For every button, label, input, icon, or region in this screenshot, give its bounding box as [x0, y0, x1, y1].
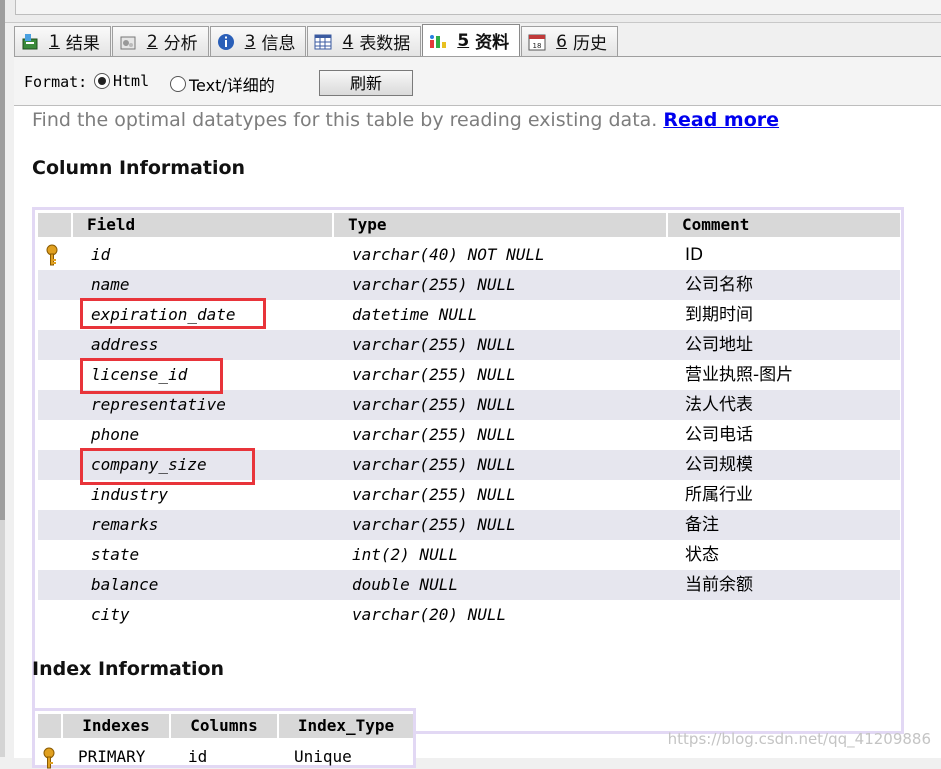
top-panel-inner	[15, 0, 941, 15]
header-field: Field	[73, 213, 334, 237]
table-row[interactable]: remarks varchar(255) NULL 备注	[38, 510, 900, 540]
cell-comment: 公司名称	[685, 275, 753, 295]
cell-type: double NULL	[352, 575, 458, 594]
key-icon	[43, 747, 55, 769]
cell-comment: 所属行业	[685, 485, 753, 505]
cell-field: balance	[91, 575, 159, 594]
read-more-link[interactable]: Read more	[663, 109, 779, 131]
cell-field: name	[91, 275, 130, 294]
highlight-box-license-id	[80, 358, 223, 394]
radio-unchecked-icon[interactable]	[170, 76, 186, 92]
cell-comment: 公司规模	[685, 455, 753, 475]
table-row[interactable]: balance double NULL 当前余额	[38, 570, 900, 600]
result-icon	[21, 33, 39, 51]
table-row[interactable]: representative varchar(255) NULL 法人代表	[38, 390, 900, 420]
cell-type: varchar(20) NULL	[352, 605, 507, 624]
scrollbar-thumb[interactable]	[0, 0, 5, 520]
refresh-button[interactable]: 刷新	[319, 70, 413, 96]
left-scrollbar[interactable]	[0, 0, 5, 757]
format-toolbar: Format: Html Text/详细的 刷新	[14, 56, 941, 109]
table-row[interactable]: address varchar(255) NULL 公司地址	[38, 330, 900, 360]
cell-type: datetime NULL	[352, 305, 478, 324]
cell-comment: 到期时间	[685, 305, 753, 325]
cell-field: state	[91, 545, 140, 564]
cell-field: phone	[91, 425, 140, 444]
key-icon	[46, 244, 58, 266]
format-html-radio[interactable]: Html	[94, 72, 149, 90]
index-info-table: Indexes Columns Index_Type PRIMARY id Un…	[32, 708, 416, 769]
cell-comment: 公司地址	[685, 335, 753, 355]
cell-comment: ID	[685, 245, 704, 265]
table-row[interactable]: id varchar(40) NOT NULL ID	[38, 240, 900, 270]
header-type: Type	[334, 213, 668, 237]
tab-profile[interactable]: 5 资料	[422, 24, 521, 56]
cell-comment: 当前余额	[685, 575, 753, 595]
tab-analyze[interactable]: 2 分析	[111, 26, 209, 56]
cell-comment: 备注	[685, 515, 719, 535]
profile-icon	[429, 32, 447, 50]
cell-field: id	[91, 245, 111, 264]
analyze-icon	[119, 33, 137, 51]
header-comment: Comment	[668, 213, 900, 237]
column-info-title: Column Information	[32, 157, 246, 179]
cell-type: varchar(255) NULL	[352, 515, 516, 534]
cell-type: varchar(255) NULL	[352, 275, 516, 294]
watermark: https://blog.csdn.net/qq_41209886	[667, 730, 931, 748]
radio-checked-icon[interactable]	[94, 73, 110, 89]
highlight-box-company-size	[80, 448, 255, 485]
table-row[interactable]: city varchar(20) NULL	[38, 600, 900, 630]
top-panel	[5, 0, 941, 23]
cell-comment: 法人代表	[685, 395, 753, 415]
cell-type: varchar(255) NULL	[352, 455, 516, 474]
history-icon: 18	[528, 33, 546, 51]
cell-type: varchar(255) NULL	[352, 365, 516, 384]
cell-comment: 公司电话	[685, 425, 753, 445]
info-icon	[217, 33, 235, 51]
index-info-title: Index Information	[32, 658, 225, 680]
tab-info[interactable]: 3 信息	[209, 26, 307, 56]
result-tabs: 1 结果 2 分析 3 信息 4 表数据 5 资料 18 6 历史	[14, 24, 619, 56]
format-text-radio[interactable]: Text/详细的	[170, 72, 275, 96]
cell-type: varchar(255) NULL	[352, 425, 516, 444]
tab-table-data[interactable]: 4 表数据	[307, 26, 422, 56]
tab-result[interactable]: 1 结果	[14, 26, 111, 56]
index-header-indexes: Indexes	[63, 714, 171, 738]
cell-comment: 状态	[685, 545, 719, 565]
cell-field: remarks	[91, 515, 159, 534]
table-row[interactable]: phone varchar(255) NULL 公司电话	[38, 420, 900, 450]
index-header-columns: Columns	[171, 714, 279, 738]
cell-type: int(2) NULL	[352, 545, 458, 564]
cell-type: varchar(255) NULL	[352, 485, 516, 504]
cell-type: varchar(40) NOT NULL	[352, 245, 545, 264]
cell-comment: 营业执照-图片	[685, 365, 794, 385]
format-label: Format:	[24, 73, 88, 91]
cell-type: varchar(255) NULL	[352, 395, 516, 414]
cell-field: representative	[91, 395, 226, 414]
highlight-box-expiration-date	[80, 298, 266, 329]
table-data-icon	[314, 33, 332, 51]
header-key-column	[38, 213, 73, 237]
index-header-key	[38, 714, 63, 738]
cell-field: city	[91, 605, 130, 624]
index-header-type: Index_Type	[279, 714, 413, 738]
cell-type: varchar(255) NULL	[352, 335, 516, 354]
tab-history[interactable]: 18 6 历史	[521, 26, 618, 56]
intro-text: Find the optimal datatypes for this tabl…	[32, 109, 780, 131]
cell-field: address	[91, 335, 159, 354]
profile-content: Find the optimal datatypes for this tabl…	[14, 105, 941, 769]
svg-text:18: 18	[533, 42, 542, 50]
table-row[interactable]: name varchar(255) NULL 公司名称	[38, 270, 900, 300]
table-row[interactable]: state int(2) NULL 状态	[38, 540, 900, 570]
